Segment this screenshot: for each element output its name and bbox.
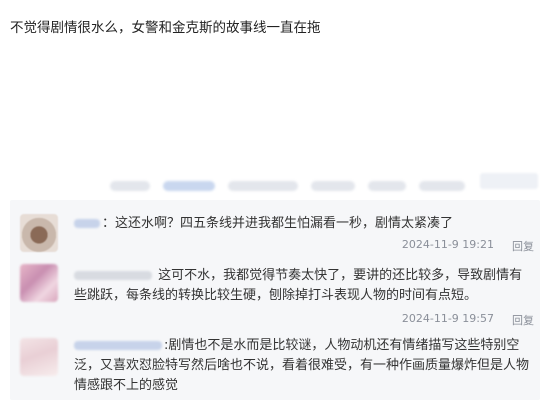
username-blurred[interactable] [74,271,152,280]
post-text: 不觉得剧情很水么，女警和金克斯的故事线一直在拖 [10,20,321,36]
post-action-blurred[interactable] [480,173,538,189]
comment-text: :剧情也不是水而是比较谜，人物动机还有情绪描写这些特别空泛，又喜欢怼脸特写然后啥… [74,336,534,396]
avatar[interactable] [20,214,58,252]
post-meta-blurred [110,175,540,191]
comment-time: 2024-11-9 19:57 [401,312,494,325]
avatar[interactable] [20,338,58,376]
reply-button[interactable]: 回复 [512,238,534,254]
avatar[interactable] [20,264,58,302]
comment-text: ：这还水啊？四五条线并进我都生怕漏看一秒，剧情太紧凑了 [74,214,534,234]
reply-button[interactable]: 回复 [512,312,534,328]
comment-list: ：这还水啊？四五条线并进我都生怕漏看一秒，剧情太紧凑了 2024-11-9 19… [10,200,540,400]
username-blurred[interactable] [74,219,100,228]
comment-body: ：这还水啊？四五条线并进我都生怕漏看一秒，剧情太紧凑了 [102,216,454,231]
comment-text: 这可不水，我都觉得节奏太快了，要讲的还比较多，导致剧情有些跳跃，每条线的转换比较… [74,266,534,306]
username-blurred[interactable] [74,341,162,350]
comment-time: 2024-11-9 19:21 [401,238,494,251]
